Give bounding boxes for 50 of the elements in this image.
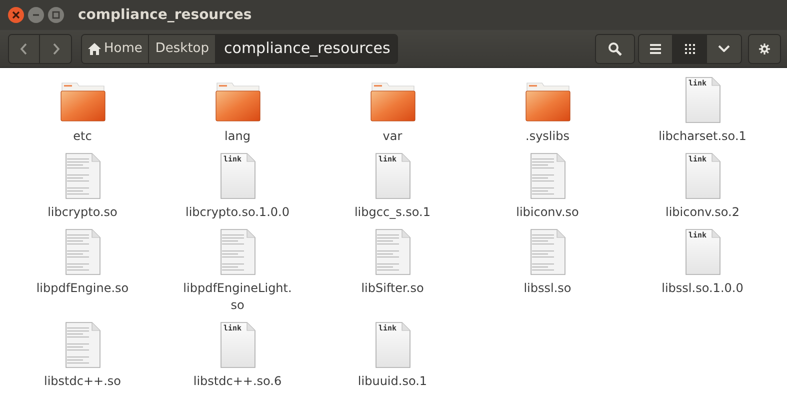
file-name: libSifter.so: [361, 280, 424, 297]
close-button[interactable]: [8, 7, 24, 23]
search-icon: [608, 42, 622, 56]
breadcrumb[interactable]: Home: [82, 34, 150, 62]
minimize-icon: [32, 11, 40, 19]
back-button[interactable]: [9, 34, 40, 62]
maximize-icon: [52, 11, 60, 19]
file-name: libpdfEngine.so: [36, 280, 129, 297]
file-name: libcrypto.so.1.0.0: [186, 204, 290, 221]
file-name: etc: [73, 128, 92, 145]
link-file-icon: [220, 322, 255, 368]
file-name: libuuid.so.1: [358, 373, 428, 390]
link-file-icon: [685, 77, 720, 123]
file-name: libssl.so.1.0.0: [662, 280, 744, 297]
file-name: libgcc_s.so.1: [354, 204, 431, 221]
home-icon: [88, 42, 101, 54]
window-title: compliance_resources: [78, 6, 252, 24]
file-name: libcharset.so.1: [658, 128, 746, 145]
file-name: libiconv.so: [516, 204, 579, 221]
file-name: libcrypto.so: [48, 204, 118, 221]
file-name: var: [382, 128, 402, 145]
list-icon: [650, 44, 661, 54]
forward-button[interactable]: [40, 34, 71, 62]
file-name: libstdc++.so.6: [193, 373, 282, 390]
file-name: libpdfEngineLight.so: [182, 280, 293, 314]
settings-button[interactable]: [749, 34, 780, 62]
grid-icon: [684, 44, 694, 54]
maximize-button[interactable]: [48, 7, 64, 23]
search-button[interactable]: [596, 34, 634, 62]
grid-view-button[interactable]: [673, 34, 707, 62]
breadcrumb[interactable]: Desktop: [149, 34, 216, 62]
link-file-icon: [685, 153, 720, 199]
close-icon: [12, 11, 20, 19]
breadcrumb[interactable]: compliance_resources: [216, 34, 398, 62]
settings-icon: [759, 42, 770, 56]
link-file-icon: [220, 153, 255, 199]
link-file-icon: [685, 229, 720, 275]
link-file-icon: [375, 153, 410, 199]
list-view-button[interactable]: [639, 34, 673, 62]
file-name: libstdc++.so: [44, 373, 121, 390]
file-name: libiconv.so.2: [665, 204, 740, 221]
view-options-button[interactable]: [707, 34, 741, 62]
file-name: libssl.so: [524, 280, 572, 297]
link-file-icon: [375, 322, 410, 368]
minimize-button[interactable]: [28, 7, 44, 23]
back-icon: [20, 42, 28, 54]
file-name: lang: [224, 128, 250, 145]
forward-icon: [52, 42, 60, 54]
caret-icon: [718, 45, 730, 52]
file-name: .syslibs: [526, 128, 570, 145]
